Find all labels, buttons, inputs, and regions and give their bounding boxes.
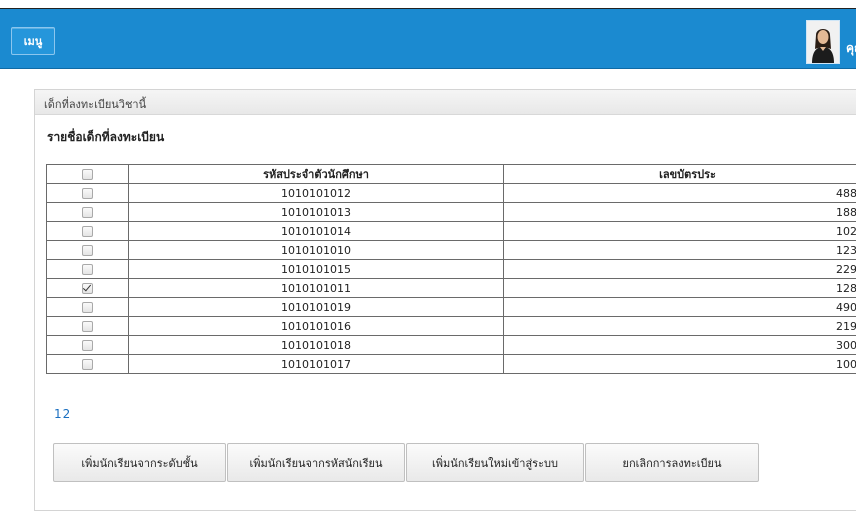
row-checkbox[interactable]	[82, 245, 93, 256]
page-link-2[interactable]: 2	[63, 407, 71, 421]
row-checkbox[interactable]	[82, 188, 93, 199]
user-name-label[interactable]: คุณ	[846, 39, 856, 58]
students-table: รหัสประจำตัวนักศึกษา เลขบัตรประ 10101010…	[46, 164, 856, 374]
page-link-1[interactable]: 1	[54, 407, 62, 421]
pagination: 12	[54, 407, 71, 421]
id-card-cell: 10290	[504, 222, 856, 241]
row-checkbox[interactable]	[82, 226, 93, 237]
id-card-cell: 18892	[504, 203, 856, 222]
id-card-cell: 12312	[504, 241, 856, 260]
select-all-header	[47, 165, 129, 184]
panel-header: เด็กที่ลงทะเบียนวิชานี้	[35, 90, 856, 115]
student-code-cell: 1010101017	[129, 355, 504, 374]
id-card-cell: 22930	[504, 260, 856, 279]
row-select-cell	[47, 279, 129, 298]
id-card-cell: 30029	[504, 336, 856, 355]
row-select-cell	[47, 203, 129, 222]
id-card-cell: 48839	[504, 184, 856, 203]
user-avatar[interactable]	[806, 20, 840, 64]
user-avatar-image	[807, 21, 839, 63]
id-card-cell: 49022	[504, 298, 856, 317]
row-select-cell	[47, 336, 129, 355]
student-code-cell: 1010101018	[129, 336, 504, 355]
student-code-cell: 1010101010	[129, 241, 504, 260]
column-student-code: รหัสประจำตัวนักศึกษา	[129, 165, 504, 184]
table-row: 101010101522930	[47, 260, 856, 279]
row-checkbox[interactable]	[82, 302, 93, 313]
table-row: 101010101410290	[47, 222, 856, 241]
row-checkbox[interactable]	[82, 321, 93, 332]
section-subtitle: รายชื่อเด็กที่ลงทะเบียน	[47, 128, 164, 147]
row-select-cell	[47, 298, 129, 317]
top-navigation-bar: เมนู คุณ	[0, 9, 856, 69]
student-code-cell: 1010101019	[129, 298, 504, 317]
cancel-registration-button[interactable]: ยกเลิกการลงทะเบียน	[585, 443, 759, 482]
row-checkbox[interactable]	[82, 359, 93, 370]
id-card-cell: 10021	[504, 355, 856, 374]
student-code-cell: 1010101015	[129, 260, 504, 279]
table-row: 101010101012312	[47, 241, 856, 260]
table-row: 101010101248839	[47, 184, 856, 203]
student-code-cell: 1010101014	[129, 222, 504, 241]
table-header-row: รหัสประจำตัวนักศึกษา เลขบัตรประ	[47, 165, 856, 184]
table-row: 101010101621990	[47, 317, 856, 336]
row-checkbox[interactable]	[82, 207, 93, 218]
student-code-cell: 1010101016	[129, 317, 504, 336]
id-card-cell: 12823	[504, 279, 856, 298]
add-from-student-code-button[interactable]: เพิ่มนักเรียนจากรหัสนักเรียน	[227, 443, 405, 482]
student-code-cell: 1010101013	[129, 203, 504, 222]
table-row: 101010101949022	[47, 298, 856, 317]
row-select-cell	[47, 241, 129, 260]
row-checkbox[interactable]	[82, 264, 93, 275]
table-row: 101010101112823	[47, 279, 856, 298]
row-select-cell	[47, 184, 129, 203]
panel-title: เด็กที่ลงทะเบียนวิชานี้	[44, 95, 146, 113]
student-code-cell: 1010101011	[129, 279, 504, 298]
select-all-checkbox[interactable]	[82, 169, 93, 180]
row-checkbox[interactable]	[82, 340, 93, 351]
row-select-cell	[47, 355, 129, 374]
menu-button[interactable]: เมนู	[11, 27, 55, 55]
table-row: 101010101318892	[47, 203, 856, 222]
row-select-cell	[47, 260, 129, 279]
student-code-cell: 1010101012	[129, 184, 504, 203]
row-select-cell	[47, 222, 129, 241]
row-checkbox[interactable]	[82, 283, 93, 294]
add-new-student-button[interactable]: เพิ่มนักเรียนใหม่เข้าสู่ระบบ	[406, 443, 584, 482]
row-select-cell	[47, 317, 129, 336]
id-card-cell: 21990	[504, 317, 856, 336]
add-from-grade-button[interactable]: เพิ่มนักเรียนจากระดับชั้น	[53, 443, 226, 482]
table-row: 101010101830029	[47, 336, 856, 355]
column-id-card: เลขบัตรประ	[504, 165, 856, 184]
table-row: 101010101710021	[47, 355, 856, 374]
